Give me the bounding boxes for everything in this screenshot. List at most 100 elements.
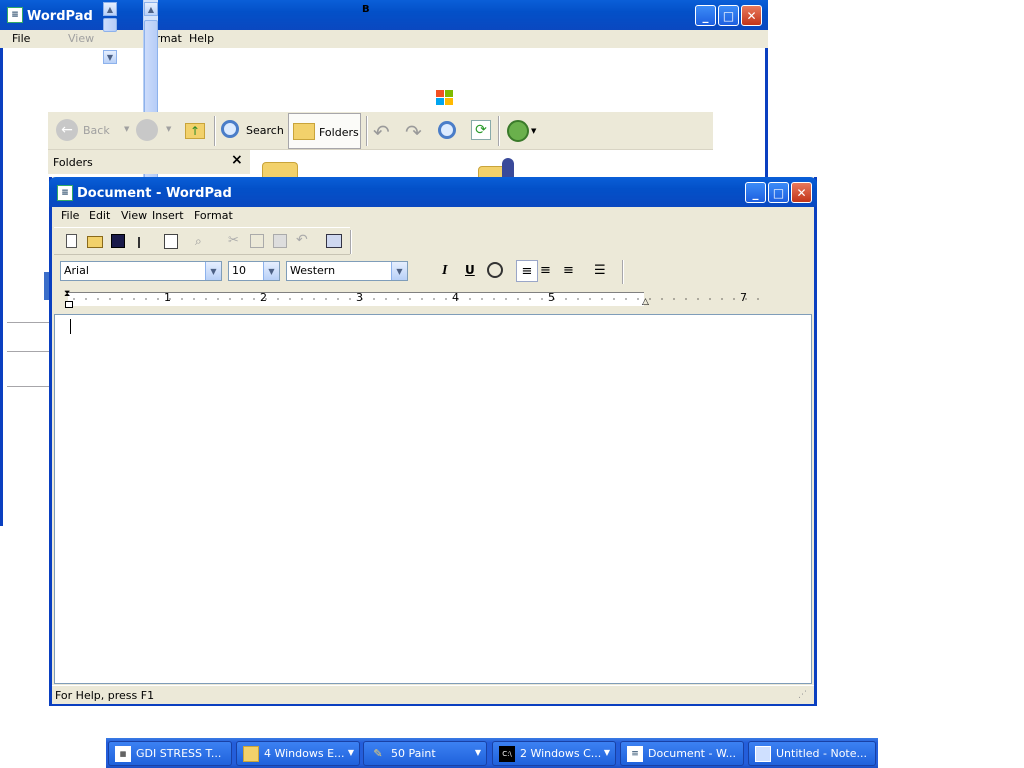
- taskbar-item-windows-explorer[interactable]: 4 Windows E... ▼: [236, 741, 360, 766]
- ruler-number: 3: [356, 291, 363, 304]
- undo-icon[interactable]: ↶: [296, 232, 308, 248]
- folder-icon: [293, 123, 315, 140]
- bg-menu-view[interactable]: View: [63, 32, 99, 45]
- wordpad-icon: ≡: [57, 185, 73, 201]
- menu-insert[interactable]: Insert: [147, 209, 189, 222]
- left-margin-marker-icon[interactable]: [65, 301, 73, 308]
- ruler-number: 2: [260, 291, 267, 304]
- taskbar-item-notepad[interactable]: Untitled - Note...: [748, 741, 876, 766]
- align-left-icon[interactable]: ≡: [516, 260, 538, 282]
- align-center-icon[interactable]: ≡: [540, 263, 551, 278]
- zoom-icon[interactable]: [438, 121, 456, 139]
- italic-icon[interactable]: I: [442, 263, 447, 279]
- color-icon[interactable]: [487, 262, 503, 278]
- save-icon[interactable]: [111, 234, 125, 248]
- bg-menu-file[interactable]: File: [7, 32, 35, 45]
- explorer-toolbar: ← Back ▼ ▼ ↑ Search Folders ↶ ↷ ⟳ ▼: [48, 112, 713, 150]
- scroll-up-arrow[interactable]: ▲: [144, 2, 158, 16]
- text-cursor: [70, 319, 71, 334]
- group-dropdown-icon[interactable]: ▼: [475, 748, 481, 757]
- taskbar-item-paint[interactable]: ✎ 50 Paint ▼: [363, 741, 487, 766]
- forward-arrow-icon: [136, 119, 158, 141]
- bg-close-button[interactable]: ✕: [741, 5, 762, 26]
- insert-datetime-icon[interactable]: [326, 234, 342, 248]
- ruler-number: 5: [548, 291, 555, 304]
- folder-peek-icon: [262, 162, 298, 178]
- new-document-icon[interactable]: [66, 234, 77, 248]
- script-combo[interactable]: Western ▼: [286, 261, 408, 281]
- app-icon: ▦: [115, 745, 131, 762]
- size-value: 10: [232, 264, 246, 277]
- back-arrow-icon: ←: [56, 119, 78, 141]
- right-indent-marker-icon[interactable]: △: [642, 297, 649, 307]
- find-icon[interactable]: ⌕: [195, 234, 202, 249]
- folders-pane-header: Folders ×: [48, 150, 250, 174]
- stray-char: B: [362, 4, 370, 15]
- align-right-icon[interactable]: ≡: [563, 263, 574, 278]
- menu-file[interactable]: File: [56, 209, 84, 222]
- bullets-icon[interactable]: ☰: [594, 263, 606, 278]
- minimize-button[interactable]: _: [745, 182, 766, 203]
- redo-icon[interactable]: ↷: [405, 120, 422, 144]
- underline-icon[interactable]: U: [465, 263, 475, 277]
- group-dropdown-icon[interactable]: ▼: [604, 748, 610, 757]
- scroll-thumb[interactable]: [103, 18, 117, 32]
- bg-minimize-button[interactable]: _: [695, 5, 716, 26]
- chevron-down-icon[interactable]: ▼: [391, 262, 407, 280]
- bg-divider-lines: [7, 322, 52, 387]
- window-title: Document - WordPad: [77, 186, 232, 201]
- format-bar: Arial ▼ 10 ▼ Western ▼ I U ≡ ≡ ≡ ☰: [54, 257, 622, 287]
- refresh-icon[interactable]: ⟳: [471, 120, 491, 140]
- ruler[interactable]: 1 2 3 4 5 7 ⧗ △: [54, 289, 814, 313]
- paint-icon: ✎: [373, 747, 383, 760]
- cut-icon[interactable]: ✂: [228, 233, 239, 248]
- scroll-down-arrow[interactable]: ▼: [103, 50, 117, 64]
- forward-button[interactable]: ▼: [136, 119, 174, 143]
- bg-menu-help[interactable]: Help: [184, 32, 219, 45]
- maximize-button[interactable]: □: [768, 182, 789, 203]
- ruler-number: 4: [452, 291, 459, 304]
- chevron-down-icon[interactable]: ▼: [205, 262, 221, 280]
- close-pane-icon[interactable]: ×: [231, 152, 243, 168]
- taskbar-item-wordpad[interactable]: ≡ Document - W...: [620, 741, 744, 766]
- close-button[interactable]: ✕: [791, 182, 812, 203]
- search-button[interactable]: Search: [218, 119, 284, 143]
- views-icon[interactable]: [507, 120, 529, 142]
- menu-format[interactable]: Format: [189, 209, 238, 222]
- chevron-down-icon[interactable]: ▼: [263, 262, 279, 280]
- wordpad-title-bar[interactable]: ≡ Document - WordPad _ □ ✕: [49, 177, 817, 207]
- menu-edit[interactable]: Edit: [84, 209, 115, 222]
- taskbar-item-windows-console[interactable]: C:\ 2 Windows C... ▼: [492, 741, 616, 766]
- bg-window-title: WordPad: [27, 9, 93, 24]
- stray-scrollbar-1[interactable]: ▲ ▼: [103, 0, 118, 66]
- music-folder-peek-icon: [478, 158, 518, 178]
- scroll-up-arrow[interactable]: ▲: [103, 2, 117, 16]
- left-indent-marker-icon[interactable]: ⧗: [64, 289, 70, 299]
- bg-maximize-button[interactable]: □: [718, 5, 739, 26]
- undo-icon[interactable]: ↶: [373, 120, 390, 144]
- wordpad-icon: ≡: [627, 745, 643, 762]
- up-folder-button[interactable]: ↑: [185, 119, 207, 141]
- wordpad-icon: ≡: [7, 7, 23, 23]
- resize-grip-icon[interactable]: ⋰: [798, 690, 807, 700]
- ruler-number: 7: [740, 291, 747, 304]
- back-button[interactable]: ← Back ▼: [56, 119, 129, 143]
- paste-icon[interactable]: [273, 234, 287, 248]
- taskbar-item-gdi-stress[interactable]: ▦ GDI STRESS T...: [108, 741, 232, 766]
- taskbar: ▦ GDI STRESS T... 4 Windows E... ▼ ✎ 50 …: [106, 738, 878, 768]
- print-preview-icon[interactable]: [164, 234, 178, 249]
- copy-icon[interactable]: [250, 234, 264, 248]
- folder-icon: [243, 745, 259, 762]
- views-dropdown-arrow-icon[interactable]: ▼: [531, 127, 536, 135]
- group-dropdown-icon[interactable]: ▼: [348, 748, 354, 757]
- ruler-number: 1: [164, 291, 171, 304]
- font-combo[interactable]: Arial ▼: [60, 261, 222, 281]
- document-area[interactable]: [54, 314, 812, 684]
- search-icon: [221, 120, 239, 138]
- menu-bar: File Edit View Insert Format: [52, 207, 814, 225]
- size-combo[interactable]: 10 ▼: [228, 261, 280, 281]
- folders-button[interactable]: Folders: [288, 113, 361, 149]
- status-text: For Help, press F1: [55, 689, 155, 702]
- open-folder-icon[interactable]: [87, 236, 103, 248]
- print-icon[interactable]: [138, 237, 148, 248]
